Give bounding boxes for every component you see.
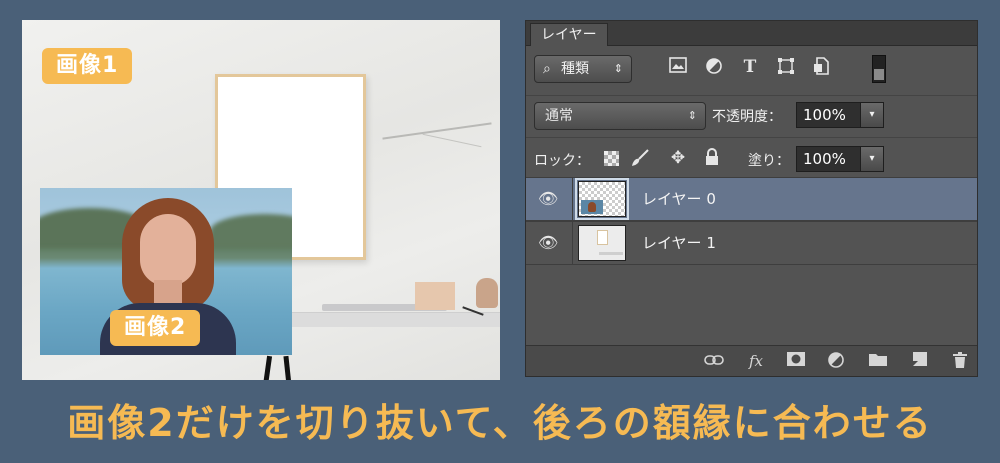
- chevron-updown-icon: ⇕: [613, 62, 623, 75]
- folder-icon[interactable]: [868, 351, 888, 371]
- panel-footer: fx: [526, 345, 977, 376]
- fill-field[interactable]: 100% ▾: [796, 146, 884, 172]
- eye-icon[interactable]: 👁: [538, 190, 558, 208]
- link-icon[interactable]: [704, 351, 724, 371]
- mask-icon[interactable]: [786, 351, 806, 371]
- layer-name[interactable]: レイヤー 0: [642, 178, 716, 220]
- layer-row-0[interactable]: 👁 レイヤー 0: [526, 177, 977, 221]
- adjustment-layer-icon[interactable]: [826, 351, 846, 371]
- layer-thumbnail: [575, 178, 629, 220]
- panel-tab-bar: レイヤー: [526, 21, 977, 46]
- chevron-down-icon[interactable]: ▾: [860, 103, 883, 127]
- opacity-label: 不透明度：: [712, 109, 782, 125]
- opacity-value: 100%: [803, 106, 846, 124]
- desk-decoration: [476, 278, 498, 308]
- layer-row-1[interactable]: 👁 レイヤー 1: [526, 221, 977, 265]
- chevron-down-icon[interactable]: ▾: [860, 147, 883, 171]
- fill-value: 100%: [803, 150, 846, 168]
- lock-row: ロック： ✥ 塗り： 100% ▾: [526, 137, 977, 178]
- wall-crack: [422, 133, 482, 148]
- chair-leg: [283, 355, 292, 380]
- eye-icon[interactable]: 👁: [538, 234, 558, 252]
- filter-kind-select[interactable]: ⌕ 種類 ⇕: [534, 55, 632, 83]
- desk: [292, 312, 500, 327]
- filter-toggle[interactable]: [872, 55, 886, 83]
- new-layer-icon[interactable]: [910, 351, 930, 371]
- chair-leg: [262, 355, 273, 380]
- search-icon: ⌕: [543, 61, 551, 77]
- layer-name[interactable]: レイヤー 1: [642, 222, 716, 264]
- blend-mode-label: 通常: [545, 108, 573, 124]
- blend-row: 通常 ⇕ 不透明度： 100% ▾: [526, 95, 977, 130]
- desk-box: [415, 282, 455, 310]
- image2-label: 画像2: [110, 310, 201, 346]
- lock-brush-icon[interactable]: [630, 148, 650, 168]
- filter-kind-label: 種類: [561, 61, 589, 77]
- type-filter-icon[interactable]: T: [740, 57, 760, 77]
- shape-filter-icon[interactable]: [776, 57, 796, 77]
- blend-mode-select[interactable]: 通常 ⇕: [534, 102, 706, 130]
- caption: 画像2だけを切り抜いて、後ろの額縁に合わせる: [67, 401, 933, 445]
- trash-icon[interactable]: [950, 351, 970, 371]
- lock-transparency-icon[interactable]: [604, 151, 619, 166]
- lock-label: ロック：: [534, 153, 590, 169]
- adjustment-filter-icon[interactable]: [704, 57, 724, 77]
- divider: [572, 222, 573, 264]
- filter-row: ⌕ 種類 ⇕ T: [526, 51, 977, 87]
- opacity-field[interactable]: 100% ▾: [796, 102, 884, 128]
- image1-label: 画像1: [42, 48, 133, 84]
- fill-label: 塗り：: [748, 153, 790, 169]
- lock-all-icon[interactable]: [702, 148, 722, 168]
- face: [140, 214, 196, 286]
- hill: [210, 214, 292, 248]
- tab-layers[interactable]: レイヤー: [530, 23, 608, 46]
- layers-panel: レイヤー ⌕ 種類 ⇕ T 通常 ⇕ 不透明度： 100% ▾ ロック： ✥ 塗…: [525, 20, 978, 377]
- smart-object-filter-icon[interactable]: [812, 57, 832, 77]
- fx-icon[interactable]: fx: [746, 351, 766, 371]
- divider: [572, 178, 573, 220]
- image-filter-icon[interactable]: [668, 57, 688, 77]
- layer-thumbnail: [578, 225, 626, 261]
- lock-move-icon[interactable]: ✥: [668, 148, 688, 168]
- chevron-updown-icon: ⇕: [687, 109, 697, 122]
